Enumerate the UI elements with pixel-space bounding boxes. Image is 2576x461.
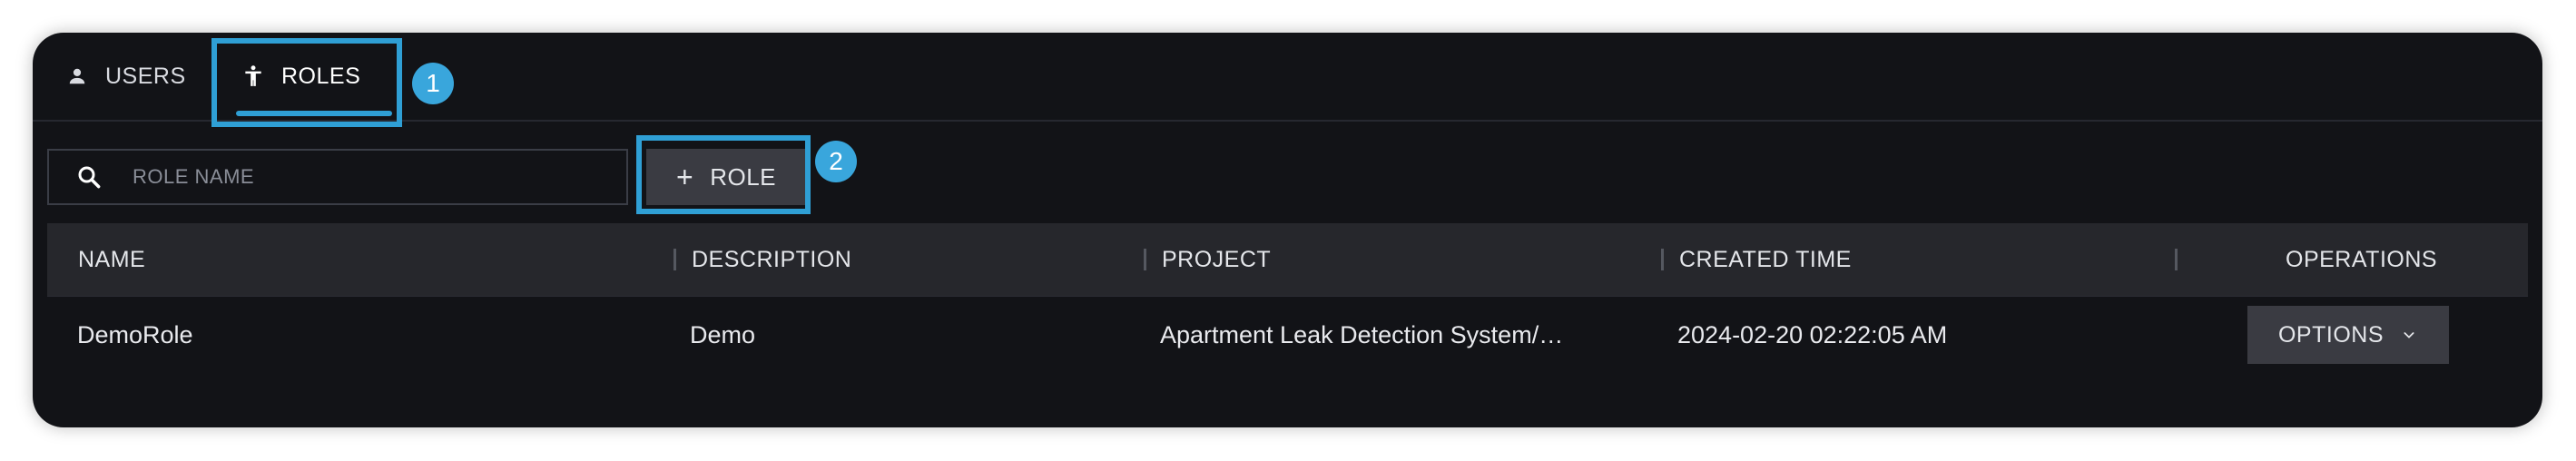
options-dropdown-button[interactable]: OPTIONS: [2247, 306, 2449, 364]
tab-roles-label: ROLES: [281, 63, 361, 89]
person-icon: [64, 63, 91, 90]
table-row: DemoRole Demo Apartment Leak Detection S…: [47, 296, 2528, 373]
column-header-description: DESCRIPTION: [692, 246, 852, 272]
add-role-label: ROLE: [710, 162, 776, 191]
chevron-down-icon: [2402, 327, 2418, 343]
column-header-name: NAME: [78, 246, 146, 272]
tab-users[interactable]: USERS: [64, 33, 186, 120]
role-search: [47, 149, 628, 205]
cell-project: Apartment Leak Detection System/…: [1160, 320, 1564, 348]
annotation-badge-2: 2: [815, 141, 857, 182]
column-resize-handle[interactable]: [673, 249, 676, 270]
add-role-button[interactable]: + ROLE: [646, 149, 806, 205]
roles-panel: USERS ROLES + ROLE NAME DESCRIPTION PROJ…: [33, 33, 2542, 427]
column-header-created-time: CREATED TIME: [1679, 246, 1852, 272]
table-header: NAME DESCRIPTION PROJECT CREATED TIME OP…: [47, 223, 2528, 296]
annotation-badge-1: 1: [412, 63, 454, 104]
tab-bar: USERS ROLES: [33, 33, 2542, 122]
tab-users-label: USERS: [105, 63, 186, 89]
cell-created-time: 2024-02-20 02:22:05 AM: [1677, 320, 1948, 348]
active-tab-indicator: [236, 111, 392, 116]
accessibility-icon: [240, 63, 267, 90]
tab-roles[interactable]: ROLES: [240, 33, 360, 120]
column-resize-handle[interactable]: [1661, 249, 1664, 270]
cell-name: DemoRole: [77, 320, 193, 348]
role-name-search-input[interactable]: [131, 164, 626, 190]
cell-description: Demo: [690, 320, 756, 348]
plus-icon: +: [676, 161, 694, 193]
search-icon: [73, 161, 105, 193]
column-header-project: PROJECT: [1162, 246, 1272, 272]
column-resize-handle[interactable]: [2175, 249, 2178, 270]
column-header-operations: OPERATIONS: [2286, 246, 2438, 272]
options-label: OPTIONS: [2277, 321, 2384, 348]
column-resize-handle[interactable]: [1144, 249, 1146, 270]
